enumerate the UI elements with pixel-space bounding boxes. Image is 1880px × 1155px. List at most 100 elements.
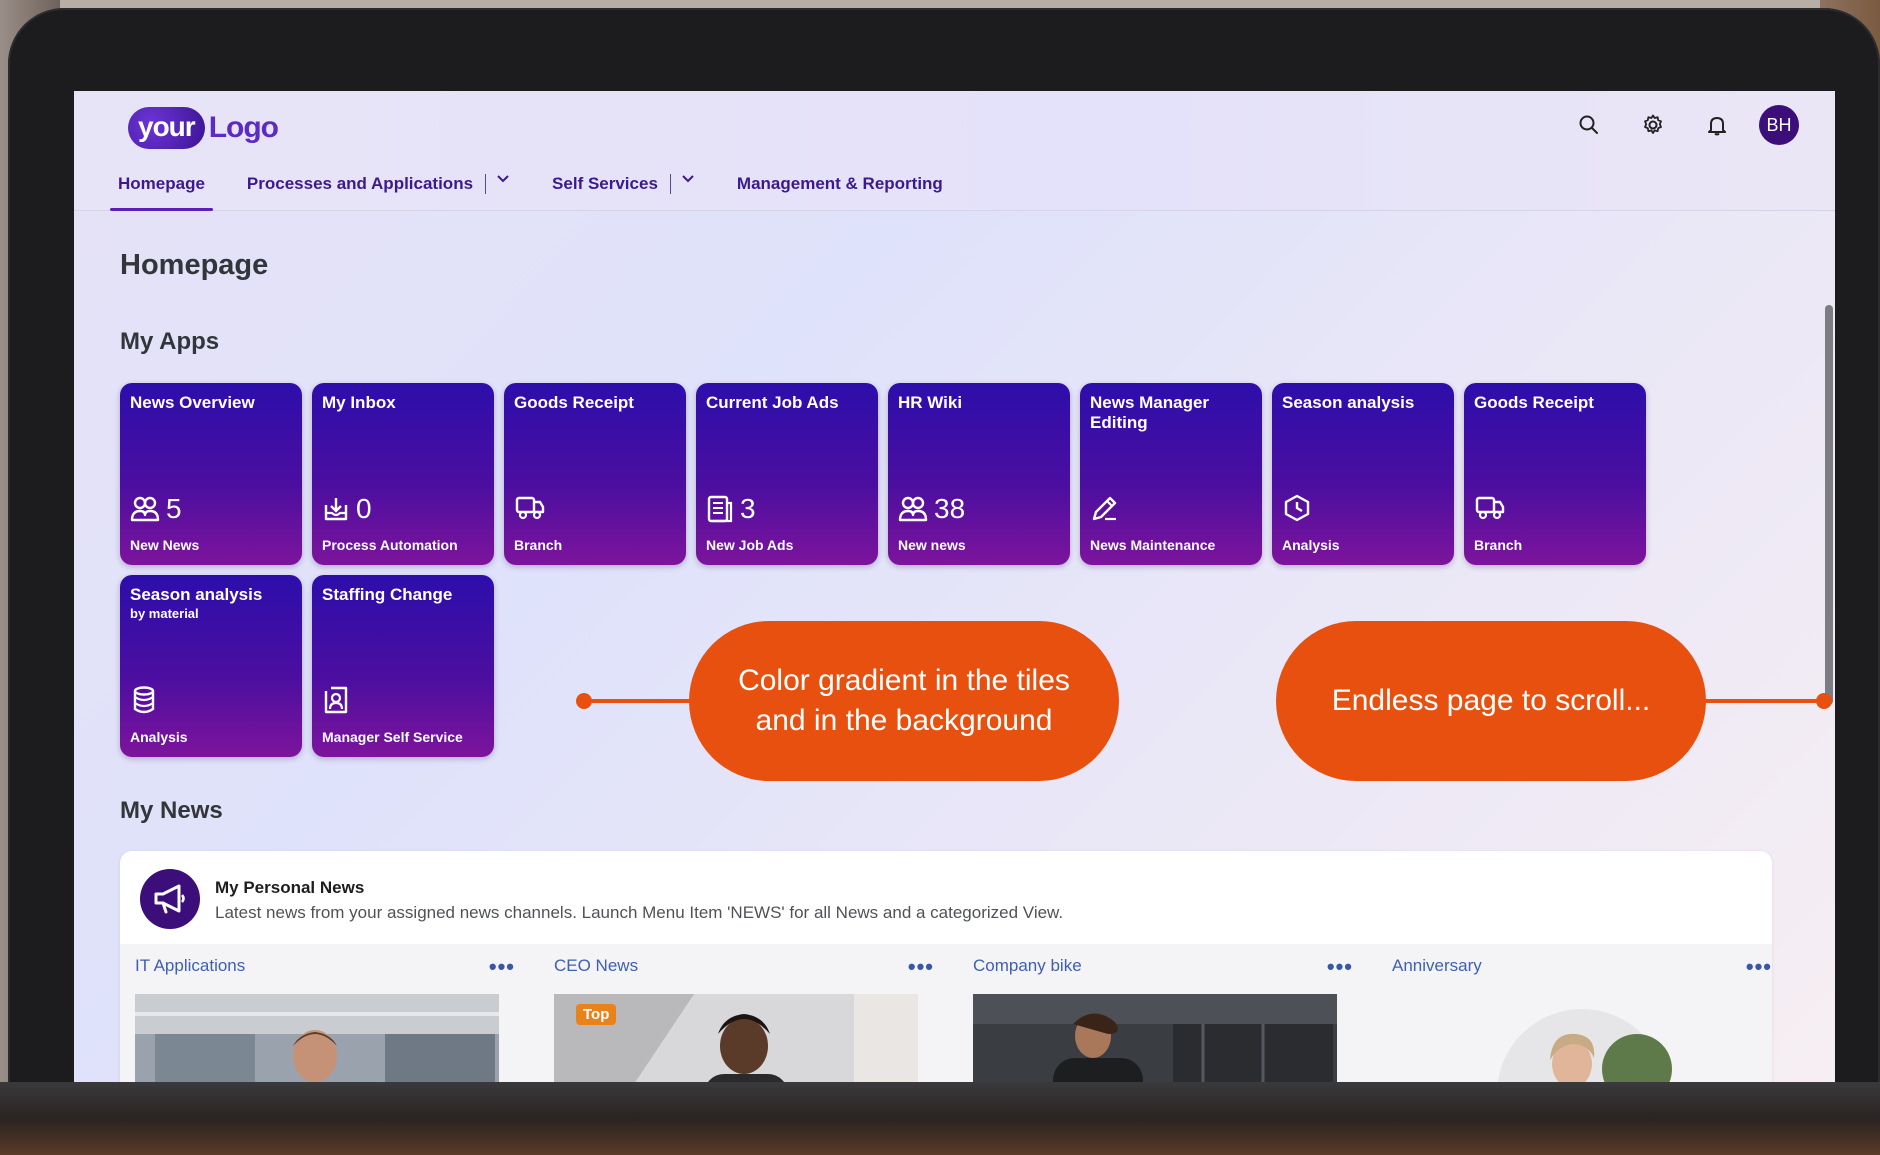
tile-kpi: [1282, 493, 1318, 523]
document-icon: [707, 495, 733, 523]
page-scrollbar[interactable]: [1823, 213, 1833, 1081]
tile-title: Goods Receipt: [514, 393, 634, 412]
page-title: Homepage: [120, 249, 269, 281]
callout-gradient: Color gradient in the tiles and in the b…: [689, 621, 1119, 781]
news-channel-title[interactable]: IT Applications: [135, 956, 245, 976]
news-column-company-bike: Company bike •••: [973, 944, 1353, 1082]
app-screen: your Logo BH Homepage Processes and Appl…: [74, 91, 1835, 1082]
news-column-it-applications: IT Applications •••: [135, 944, 515, 1082]
tile-subtitle: by material: [130, 606, 199, 621]
inbox-icon: [324, 498, 348, 521]
scrollbar-thumb[interactable]: [1825, 305, 1833, 705]
analysis-icon: [1284, 494, 1310, 522]
tile-title: My Inbox: [322, 393, 396, 412]
edit-icon: [1092, 496, 1117, 521]
chevron-down-icon[interactable]: [681, 174, 695, 184]
tile-footer: Analysis: [130, 729, 188, 745]
header-actions: BH: [1557, 103, 1799, 147]
news-card-title: My Personal News: [215, 878, 365, 897]
tab-processes-label: Processes and Applications: [246, 174, 474, 193]
shell-header: your Logo BH Homepage Processes and Appl…: [74, 91, 1835, 211]
database-icon: [133, 686, 155, 714]
tab-processes-and-applications[interactable]: Processes and Applications: [243, 165, 514, 211]
tile-goods-receipt[interactable]: Goods Receipt Branch: [504, 383, 686, 565]
tile-footer: News Maintenance: [1090, 537, 1216, 553]
news-channel-title[interactable]: CEO News: [554, 956, 638, 976]
tile-kpi: [1090, 493, 1126, 523]
callout-pointer-dot: [1816, 693, 1832, 709]
tile-number: 0: [356, 493, 372, 524]
tile-title: Staffing Change: [322, 585, 453, 604]
people-icon: [898, 496, 928, 522]
tile-kpi: [130, 685, 164, 715]
chevron-down-icon[interactable]: [496, 174, 510, 184]
callout-pointer-line: [584, 699, 694, 703]
tile-footer: Analysis: [1282, 537, 1340, 553]
nav-divider: [485, 174, 487, 194]
tab-self-services[interactable]: Self Services: [548, 165, 699, 211]
tile-title: Season analysis: [130, 585, 263, 604]
tile-title: Season analysis: [1282, 393, 1415, 412]
tile-kpi: 5: [130, 493, 182, 525]
callout-gradient-text: Color gradient in the tiles and in the b…: [738, 664, 1070, 737]
avatar[interactable]: BH: [1759, 105, 1799, 145]
news-channel-title[interactable]: Anniversary: [1392, 956, 1482, 976]
people-icon: [130, 496, 160, 522]
tile-current-job-ads[interactable]: Current Job Ads 3 New Job Ads: [696, 383, 878, 565]
company-logo[interactable]: your Logo: [128, 105, 279, 151]
tile-news-manager-editing[interactable]: News Manager Editing News Maintenance: [1080, 383, 1262, 565]
notifications-button[interactable]: [1685, 103, 1749, 147]
tile-staffing-change[interactable]: Staffing Change Manager Self Service: [312, 575, 494, 757]
nav-divider: [669, 174, 671, 194]
news-image[interactable]: [1392, 994, 1756, 1082]
gear-icon: [1644, 114, 1662, 134]
tile-season-analysis[interactable]: Season analysis Analysis: [1272, 383, 1454, 565]
tile-footer: New news: [898, 537, 966, 553]
settings-button[interactable]: [1621, 103, 1685, 147]
news-image[interactable]: [135, 994, 499, 1082]
tile-title: News Overview: [130, 393, 255, 412]
manager-icon: [324, 686, 348, 714]
search-button[interactable]: [1557, 103, 1621, 147]
tile-footer: New Job Ads: [706, 537, 794, 553]
tile-season-analysis-by-material[interactable]: Season analysis by material Analysis: [120, 575, 302, 757]
bell-icon: [1708, 117, 1726, 136]
more-options-icon[interactable]: •••: [1327, 954, 1353, 980]
tile-footer: Process Automation: [322, 537, 458, 553]
news-columns: IT Applications ••• CEO News ••• Top Com…: [120, 944, 1772, 1082]
tile-footer: Branch: [514, 537, 563, 553]
tile-news-overview[interactable]: News Overview 5 New News: [120, 383, 302, 565]
tile-number: 3: [740, 493, 756, 524]
news-column-ceo-news: CEO News ••• Top: [554, 944, 934, 1082]
my-news-heading: My News: [120, 797, 223, 824]
news-channel-title[interactable]: Company bike: [973, 956, 1082, 976]
tile-goods-receipt-2[interactable]: Goods Receipt Branch: [1464, 383, 1646, 565]
more-options-icon[interactable]: •••: [908, 954, 934, 980]
tab-homepage[interactable]: Homepage: [110, 165, 213, 211]
laptop-base: [0, 1082, 1880, 1155]
tile-number: 38: [934, 493, 966, 524]
logo-badge: your: [128, 107, 205, 149]
more-options-icon[interactable]: •••: [489, 954, 515, 980]
tile-title: Current Job Ads: [706, 393, 839, 412]
tile-title: News Manager Editing: [1090, 393, 1210, 432]
tile-footer: New News: [130, 537, 200, 553]
more-options-icon[interactable]: •••: [1746, 954, 1772, 980]
tile-kpi: 38: [898, 493, 965, 525]
tile-title: Goods Receipt: [1474, 393, 1594, 412]
tab-management-reporting[interactable]: Management & Reporting: [733, 165, 947, 211]
my-apps-heading: My Apps: [120, 328, 220, 355]
tile-kpi: [1474, 493, 1512, 521]
tile-footer: Manager Self Service: [322, 729, 463, 745]
tile-title: HR Wiki: [898, 393, 963, 412]
tile-number: 5: [166, 493, 182, 524]
news-card-description: Latest news from your assigned news chan…: [215, 903, 1064, 922]
callout-scroll-text: Endless page to scroll...: [1331, 684, 1651, 717]
tab-homepage-label: Homepage: [118, 174, 205, 193]
tile-hr-wiki[interactable]: HR Wiki 38 New news: [888, 383, 1070, 565]
tile-kpi: [322, 685, 356, 715]
top-navigation: Homepage Processes and Applications Self…: [110, 165, 981, 211]
tile-kpi: [514, 493, 552, 521]
tile-my-inbox[interactable]: My Inbox 0 Process Automation: [312, 383, 494, 565]
news-image[interactable]: [973, 994, 1337, 1082]
